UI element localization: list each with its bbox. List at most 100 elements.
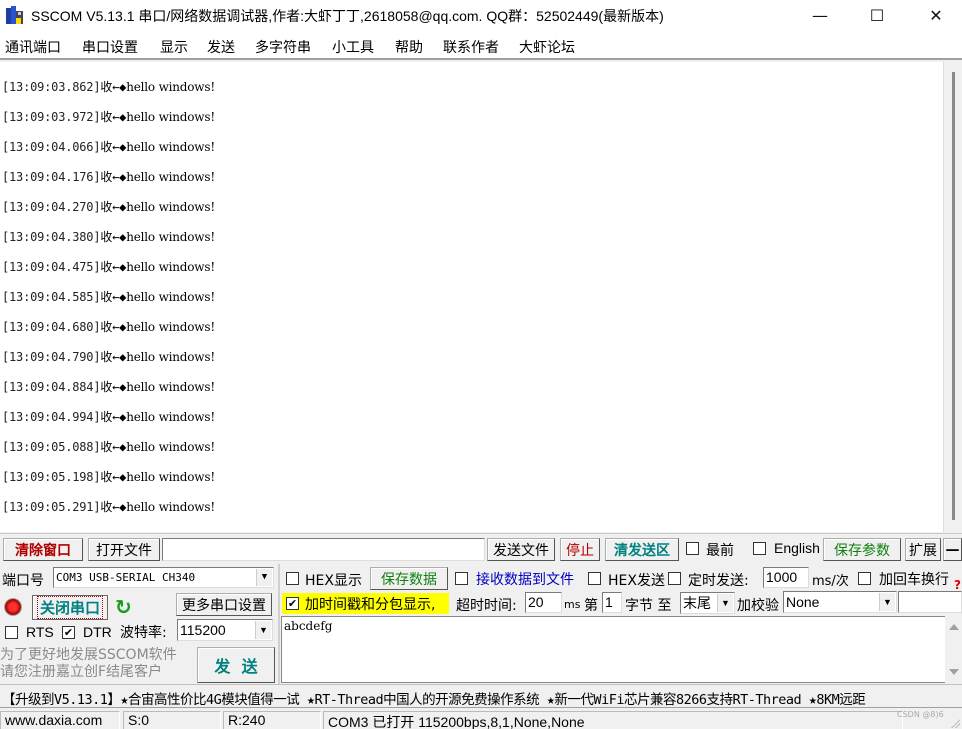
receive-line: [13:09:04.475]收←◆hello windows!	[2, 258, 215, 275]
timeout-input[interactable]: 20	[525, 592, 562, 613]
send-button[interactable]: 发 送	[197, 647, 275, 683]
announcement-bar[interactable]: 【升级到V5.13.1】★合宙高性价比4G模块值得一试 ★RT-Thread中国…	[0, 684, 962, 708]
line-timestamp: [13:09:03.972]	[2, 110, 101, 124]
interval-input[interactable]: 1000	[763, 567, 809, 588]
resize-grip-icon[interactable]	[950, 718, 960, 728]
status-port-info: COM3 已打开 115200bps,8,1,None,None	[323, 711, 903, 729]
line-timestamp: [13:09:04.066]	[2, 140, 101, 154]
port-status-led-icon	[4, 598, 22, 616]
english-label: English	[774, 540, 820, 556]
more-serial-settings-button[interactable]: 更多串口设置	[176, 593, 272, 616]
line-text: hello windows!	[126, 350, 215, 364]
receive-line: [13:09:04.680]收←◆hello windows!	[2, 318, 215, 335]
menu-help[interactable]: 帮助	[395, 37, 423, 57]
recv-to-file-label[interactable]: 接收数据到文件	[476, 569, 574, 589]
hex-display-checkbox[interactable]	[286, 572, 299, 585]
menu-serial-settings[interactable]: 串口设置	[82, 37, 138, 57]
menu-multi-string[interactable]: 多字符串	[255, 37, 311, 57]
interval-unit: ms/次	[812, 574, 849, 589]
app-icon	[6, 6, 24, 24]
add-crlf-checkbox[interactable]	[858, 572, 871, 585]
save-params-button[interactable]: 保存参数	[823, 538, 901, 561]
send-scrollbar[interactable]	[945, 616, 962, 683]
more-settings-label: 更多串口设置	[182, 597, 266, 614]
refresh-icon[interactable]: ↻	[115, 597, 135, 617]
title-bar: SSCOM V5.13.1 串口/网络数据调试器,作者:大虾丁丁,2618058…	[0, 0, 962, 30]
panel-divider	[278, 564, 280, 684]
timestamp-checkbox[interactable]: ✔	[286, 597, 299, 610]
line-direction: 收←◆	[100, 500, 127, 514]
menu-send[interactable]: 发送	[207, 37, 235, 57]
window-title: SSCOM V5.13.1 串口/网络数据调试器,作者:大虾丁丁,2618058…	[31, 8, 664, 24]
receive-scrollbar-thumb[interactable]	[952, 72, 955, 520]
line-timestamp: [13:09:04.380]	[2, 230, 101, 244]
announcement-text[interactable]: 【升级到V5.13.1】★合宙高性价比4G模块值得一试 ★RT-Thread中国…	[2, 688, 866, 708]
collapse-label: —	[945, 541, 960, 558]
close-icon: ✕	[929, 5, 943, 25]
maximize-button[interactable]: ☐	[853, 0, 901, 30]
status-received-count: R:240	[223, 711, 321, 729]
rts-label: RTS	[26, 624, 54, 640]
save-data-label: 保存数据	[381, 571, 437, 588]
menu-display[interactable]: 显示	[160, 37, 188, 57]
line-timestamp: [13:09:04.270]	[2, 200, 101, 214]
byte-to-select[interactable]: 末尾 ▼	[680, 592, 735, 614]
dtr-checkbox[interactable]: ✔	[62, 626, 75, 639]
port-select-value: COM3 USB-SERIAL CH340	[56, 571, 196, 584]
line-direction: 收←◆	[100, 380, 127, 394]
byte-from-input[interactable]: 1	[602, 592, 622, 613]
chevron-down-icon: ▼	[879, 593, 895, 611]
receive-line: [13:09:03.972]收←◆hello windows!	[2, 108, 215, 125]
divider	[0, 533, 962, 534]
save-params-label: 保存参数	[834, 542, 890, 559]
close-button[interactable]: ✕	[912, 0, 960, 30]
expand-button[interactable]: 扩展	[905, 538, 941, 561]
open-file-button[interactable]: 打开文件	[88, 538, 160, 561]
chevron-down-icon: ▼	[255, 621, 271, 639]
menu-comm-port[interactable]: 通讯端口	[5, 37, 61, 57]
clear-window-button[interactable]: 清除窗口	[3, 538, 83, 561]
timed-send-checkbox[interactable]	[668, 572, 681, 585]
scroll-down-icon[interactable]	[949, 669, 959, 675]
send-textarea[interactable]: abcdefg	[281, 616, 945, 683]
recv-to-file-checkbox[interactable]	[455, 572, 468, 585]
hex-send-checkbox[interactable]	[588, 572, 601, 585]
receive-area[interactable]: [13:09:03.862]收←◆hello windows! [13:09:03…	[0, 62, 944, 532]
minimize-button[interactable]: —	[796, 0, 844, 30]
clear-send-label: 清发送区	[614, 542, 670, 559]
baud-rate-select[interactable]: 115200 ▼	[177, 619, 273, 641]
timestamp-label: 加时间戳和分包显示,	[305, 597, 436, 613]
add-crlf-label: 加回车换行	[879, 572, 949, 588]
scroll-up-icon[interactable]	[949, 624, 959, 630]
clear-window-label: 清除窗口	[15, 542, 71, 559]
close-port-button[interactable]: 关闭串口	[32, 595, 108, 620]
receive-line: [13:09:04.380]收←◆hello windows!	[2, 228, 215, 245]
checksum-select[interactable]: None ▼	[783, 591, 897, 613]
promo-line-1: 为了更好地发展SSCOM软件	[0, 647, 177, 663]
line-direction: 收←◆	[100, 350, 127, 364]
help-icon[interactable]: ?	[954, 578, 961, 592]
menu-contact-author[interactable]: 联系作者	[443, 37, 499, 57]
english-checkbox[interactable]	[753, 542, 766, 555]
stop-button[interactable]: 停止	[560, 538, 600, 561]
line-direction: 收←◆	[100, 440, 127, 454]
port-select[interactable]: COM3 USB-SERIAL CH340 ▼	[53, 567, 274, 588]
line-direction: 收←◆	[100, 200, 127, 214]
menu-tools[interactable]: 小工具	[332, 37, 374, 57]
receive-line: [13:09:04.066]收←◆hello windows!	[2, 138, 215, 155]
status-website[interactable]: www.daxia.com	[0, 711, 120, 729]
check-icon: ✔	[287, 597, 298, 610]
open-file-label: 打开文件	[96, 542, 152, 559]
rts-checkbox[interactable]	[5, 626, 18, 639]
receive-line: [13:09:05.291]收←◆hello windows!	[2, 498, 215, 515]
receive-line: [13:09:05.088]收←◆hello windows!	[2, 438, 215, 455]
topmost-checkbox[interactable]	[686, 542, 699, 555]
save-data-button[interactable]: 保存数据	[370, 567, 448, 590]
clear-send-button[interactable]: 清发送区	[605, 538, 679, 561]
menu-forum[interactable]: 大虾论坛	[519, 37, 575, 57]
file-path-input[interactable]	[162, 538, 485, 561]
checksum-extra-input[interactable]	[898, 591, 962, 613]
collapse-button[interactable]: —	[943, 538, 962, 561]
send-file-button[interactable]: 发送文件	[487, 538, 555, 561]
stop-label: 停止	[566, 542, 594, 559]
